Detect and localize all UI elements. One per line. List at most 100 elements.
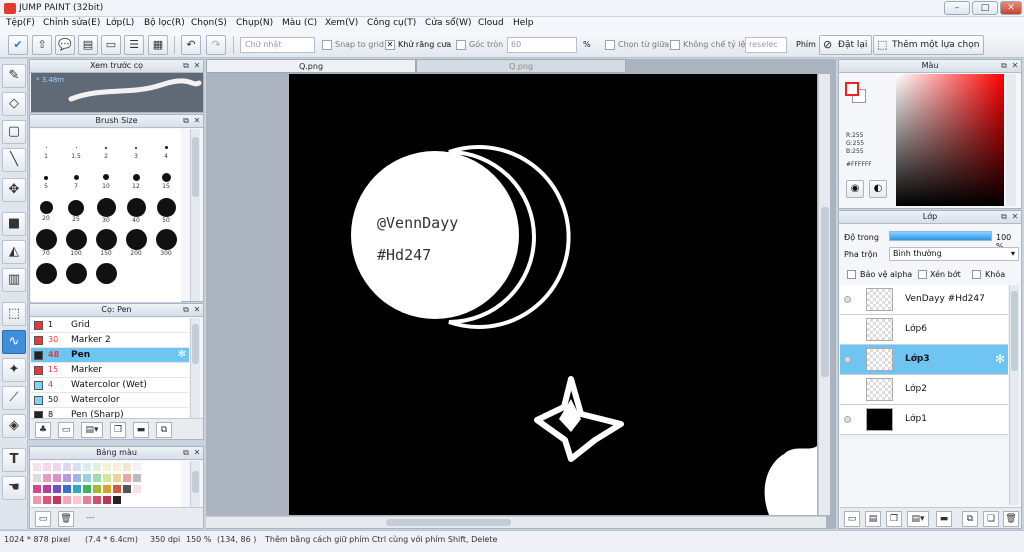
palette-swatch[interactable] (83, 474, 91, 482)
grid-icon[interactable]: ▦ (148, 35, 168, 55)
menu-layer[interactable]: Lớp(L) (106, 18, 134, 28)
pen-item-watercolor-wet[interactable]: 4 Watercolor (Wet) (31, 378, 189, 393)
menu-color[interactable]: Màu (C) (282, 18, 317, 28)
palette-swatch[interactable] (43, 474, 51, 482)
check-icon[interactable]: ✔ (8, 35, 28, 55)
palette-swatch[interactable] (33, 474, 41, 482)
text-icon[interactable]: T (2, 448, 26, 472)
close-button[interactable]: ✕ (1000, 1, 1022, 15)
eraser-icon[interactable]: ◇ (2, 92, 26, 116)
size-5[interactable]: 5 (31, 167, 61, 190)
magic-wand-icon[interactable]: ✦ (2, 358, 26, 382)
select-eraser-icon[interactable]: ◈ (2, 414, 26, 438)
bucket-icon[interactable]: ◭ (2, 240, 26, 264)
duplicate-layer-icon[interactable]: ❐ (886, 511, 902, 527)
add-selection-button[interactable]: ⬚ Thêm một lựa chọn (873, 35, 985, 55)
layer-folder-icon[interactable]: ▬ (936, 511, 952, 527)
palette-swatch[interactable] (83, 463, 91, 471)
opacity-slider[interactable] (889, 231, 992, 241)
menu-tools[interactable]: Công cụ(T) (367, 18, 416, 28)
foreground-color-swatch[interactable] (845, 82, 859, 96)
folder-icon[interactable]: ▬ (133, 422, 149, 438)
document-icon[interactable]: ▭ (101, 35, 121, 55)
duplicate-brush-icon[interactable]: ❐ (110, 422, 126, 438)
layer-menu-icon[interactable]: ▤▾ (907, 511, 929, 527)
gear-icon[interactable]: ✻ (178, 348, 186, 362)
menu-help[interactable]: Help (513, 18, 534, 28)
tree-icon[interactable]: ♣ (35, 422, 51, 438)
brush-size-scrollbar[interactable] (190, 129, 200, 301)
pen-item-pen-sharp[interactable]: 8 Pen (Sharp) (31, 408, 189, 418)
brush-menu-icon[interactable]: ▤▾ (81, 422, 103, 438)
palette-swatch[interactable] (63, 485, 71, 493)
pen-item-pen[interactable]: 48 Pen ✻ (31, 348, 189, 363)
palette-swatch[interactable] (73, 496, 81, 504)
hue-scrollbar[interactable] (1006, 74, 1016, 206)
palette-swatch[interactable] (113, 485, 121, 493)
menu-window[interactable]: Cửa sổ(W) (425, 18, 471, 28)
close-panel-icon[interactable]: ✕ (192, 61, 202, 71)
palette-swatch[interactable] (103, 496, 111, 504)
size-15[interactable]: 15 (151, 167, 181, 190)
drawing-canvas[interactable]: @VennDayy #Hd247 (289, 74, 817, 515)
pen-tool-icon[interactable]: ∿ (2, 330, 26, 354)
eye-icon[interactable] (844, 416, 851, 423)
palette-swatch[interactable] (123, 485, 131, 493)
palette-swatch[interactable] (63, 496, 71, 504)
popout-icon[interactable]: ⧉ (181, 116, 191, 126)
maximize-button[interactable]: □ (972, 1, 998, 15)
reset-button[interactable]: ⊘ Đặt lại (819, 35, 873, 55)
palette-swatch[interactable] (133, 463, 141, 471)
popout-icon[interactable]: ⧉ (181, 448, 191, 458)
palette-swatch[interactable] (83, 485, 91, 493)
protect-alpha-checkbox[interactable] (847, 270, 856, 279)
eye-icon[interactable] (844, 356, 851, 363)
popout-icon[interactable]: ⧉ (181, 61, 191, 71)
delete-layer-icon[interactable]: 🗑 (1003, 511, 1019, 527)
hand-icon[interactable]: ☚ (2, 476, 26, 500)
palette-swatch[interactable] (33, 485, 41, 493)
pen-item-grid[interactable]: 1 Grid (31, 318, 189, 333)
size-200[interactable]: 200 (121, 229, 151, 257)
pen-item-marker[interactable]: 15 Marker (31, 363, 189, 378)
pen-item-watercolor[interactable]: 50 Watercolor (31, 393, 189, 408)
trash-icon[interactable]: 🗑 (58, 511, 74, 527)
size-50[interactable]: 50 (151, 197, 181, 224)
size-extra[interactable] (91, 263, 121, 284)
layer-copy-icon[interactable]: ❏ (983, 511, 999, 527)
size-150[interactable]: 150 (91, 229, 121, 257)
select-center-checkbox[interactable] (605, 40, 615, 50)
size-100[interactable]: 100 (61, 229, 91, 257)
menu-capture[interactable]: Chụp(N) (236, 18, 273, 28)
fill-rect-icon[interactable]: ■ (2, 212, 26, 236)
close-panel-icon[interactable]: ✕ (192, 116, 202, 126)
palette-swatch[interactable] (33, 463, 41, 471)
size-extra[interactable] (61, 263, 91, 284)
message-icon[interactable]: ▤ (78, 35, 98, 55)
round-corner-checkbox[interactable] (456, 40, 466, 50)
doc-tab-active[interactable]: Q.png (206, 59, 416, 73)
layer-list-scrollbar[interactable] (1009, 285, 1019, 505)
size-300[interactable]: 300 (151, 229, 181, 257)
layer-row-vendayy[interactable]: VenDayy #Hd247 (840, 285, 1008, 315)
size-1-5[interactable]: 1.5 (61, 137, 91, 160)
color-wheel-icon[interactable]: ◉ (846, 180, 864, 198)
size-25[interactable]: 25 (61, 197, 91, 223)
minimize-button[interactable]: – (944, 1, 970, 15)
size-2[interactable]: 2 (91, 137, 121, 160)
layer-row-lop1[interactable]: Lớp1 (840, 405, 1008, 435)
menu-edit[interactable]: Chỉnh sửa(E) (43, 18, 100, 28)
palette-swatch[interactable] (33, 496, 41, 504)
palette-swatch[interactable] (63, 474, 71, 482)
canvas-vertical-scrollbar[interactable] (818, 74, 830, 515)
palette-swatch[interactable] (43, 485, 51, 493)
palette-swatch[interactable] (53, 485, 61, 493)
size-12[interactable]: 12 (121, 167, 151, 190)
lock-checkbox[interactable] (972, 270, 981, 279)
palette-swatch[interactable] (53, 496, 61, 504)
palette-swatch[interactable] (123, 474, 131, 482)
size-7[interactable]: 7 (61, 167, 91, 190)
new-swatch-icon[interactable]: ▭ (35, 511, 51, 527)
palette-swatch[interactable] (113, 496, 121, 504)
clipping-checkbox[interactable] (918, 270, 927, 279)
